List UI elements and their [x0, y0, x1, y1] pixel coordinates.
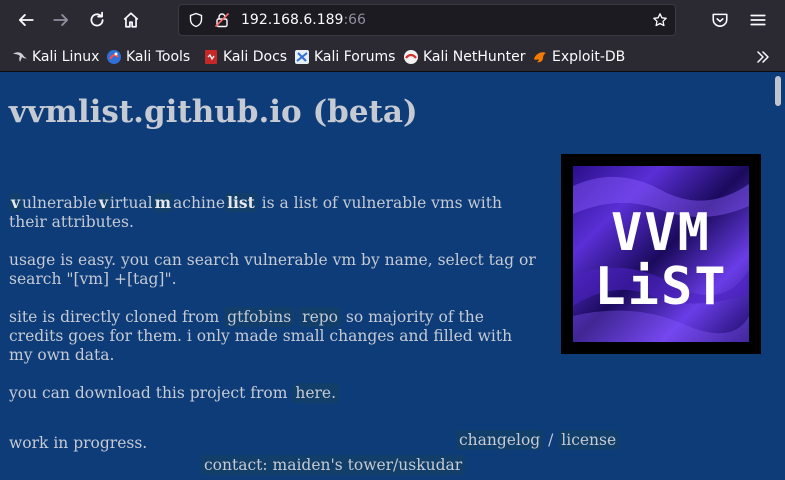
- list-word: list: [225, 193, 257, 212]
- kali-tools-icon: [107, 50, 121, 64]
- gtfobins-link[interactable]: gtfobins: [224, 307, 295, 327]
- kali-forums-icon: [295, 50, 309, 64]
- vertical-scrollbar[interactable]: [771, 72, 785, 480]
- back-arrow-icon: [18, 14, 34, 26]
- logo-text-top: VVM: [611, 203, 711, 263]
- insecure-lock-icon[interactable]: [214, 12, 230, 28]
- forward-arrow-icon: [53, 14, 69, 26]
- reload-button[interactable]: [83, 6, 111, 34]
- hamburger-menu-icon: [750, 14, 766, 26]
- tracking-shield-icon[interactable]: [188, 12, 204, 28]
- machine-rest: achine: [173, 194, 226, 212]
- home-icon: [123, 12, 139, 28]
- pocket-button[interactable]: [706, 6, 734, 34]
- bookmark-label: Kali Docs: [223, 49, 288, 65]
- usage-paragraph: usage is easy. you can search vulnerable…: [9, 251, 536, 288]
- url-port: :66: [343, 12, 366, 28]
- bookmark-star-icon[interactable]: [652, 12, 668, 28]
- download-prefix: you can download this project from: [9, 384, 293, 402]
- changelog-link[interactable]: changelog: [456, 430, 544, 450]
- vulnerable-initial: v: [9, 193, 23, 212]
- download-paragraph: you can download this project from here.: [9, 383, 539, 403]
- vulnerable-rest: ulnerable: [22, 194, 97, 212]
- browser-toolbar: 192.168.6.189:66: [0, 0, 785, 41]
- more-bookmarks-chevron-icon[interactable]: [755, 49, 771, 65]
- footer-row: work in progress. changelog / license: [9, 430, 629, 452]
- wip-text: work in progress.: [9, 434, 148, 452]
- reload-icon: [90, 11, 104, 27]
- clone-prefix: site is directly cloned from: [9, 308, 225, 326]
- back-button[interactable]: [12, 6, 40, 34]
- bookmark-kali-tools[interactable]: Kali Tools: [106, 47, 190, 67]
- virtual-rest: irtual: [109, 194, 153, 212]
- exploit-db-icon: [534, 52, 546, 63]
- footer-links: changelog / license: [456, 430, 620, 450]
- intro-paragraph: v ulnerable v irtual m achine list is a list o…: [9, 193, 539, 232]
- virtual-initial: v: [96, 193, 110, 212]
- logo-text-bottom: LiST: [594, 257, 727, 317]
- url-text[interactable]: 192.168.6.189:66: [241, 12, 366, 28]
- page-content: v ulnerable v irtual m achine list is a list o…: [9, 193, 539, 422]
- pocket-icon: [712, 13, 728, 27]
- bookmark-label: Kali Tools: [126, 49, 191, 65]
- contact-text: contact: maiden's tower/uskudar: [201, 455, 466, 475]
- kali-dragon-icon: [13, 52, 27, 62]
- machine-initial: m: [152, 193, 174, 212]
- bookmark-label: Exploit-DB: [552, 49, 626, 65]
- clone-paragraph: site is directly cloned from gtfobins re…: [9, 307, 539, 365]
- bookmark-kali-linux[interactable]: Kali Linux: [12, 47, 99, 67]
- forward-button[interactable]: [47, 6, 75, 34]
- page-viewport: vvmlist.github.io (beta) v ulnerable v irtu…: [0, 72, 785, 480]
- vvmlist-logo-image: VVM LiST: [573, 166, 749, 342]
- scrollbar-thumb[interactable]: [775, 76, 781, 106]
- home-button[interactable]: [117, 6, 145, 34]
- bookmark-kali-docs[interactable]: Kali Docs: [203, 47, 287, 67]
- bookmarks-toolbar: Kali Linux Kali Tools Kali Docs Kali For…: [0, 41, 785, 72]
- address-bar[interactable]: 192.168.6.189:66: [178, 4, 676, 36]
- bookmark-exploit-db[interactable]: Exploit-DB: [532, 47, 625, 67]
- url-host: 192.168.6.189: [241, 12, 344, 28]
- nethunter-icon: [404, 50, 418, 64]
- repo-link[interactable]: repo: [299, 307, 341, 327]
- bookmark-label: Kali Forums: [314, 49, 396, 65]
- bookmark-kali-nethunter[interactable]: Kali NetHunter: [403, 47, 525, 67]
- link-separator: /: [543, 431, 559, 449]
- vvmlist-logo: VVM LiST: [561, 154, 761, 354]
- page-title: vvmlist.github.io (beta): [9, 94, 418, 130]
- download-here-link[interactable]: here.: [292, 383, 340, 403]
- bookmark-kali-forums[interactable]: Kali Forums: [294, 47, 395, 67]
- bookmark-label: Kali Linux: [32, 49, 100, 65]
- bookmark-label: Kali NetHunter: [423, 49, 526, 65]
- kali-docs-icon: [205, 50, 217, 64]
- contact-line: contact: maiden's tower/uskudar: [201, 455, 466, 475]
- license-link[interactable]: license: [558, 430, 620, 450]
- menu-button[interactable]: [744, 6, 772, 34]
